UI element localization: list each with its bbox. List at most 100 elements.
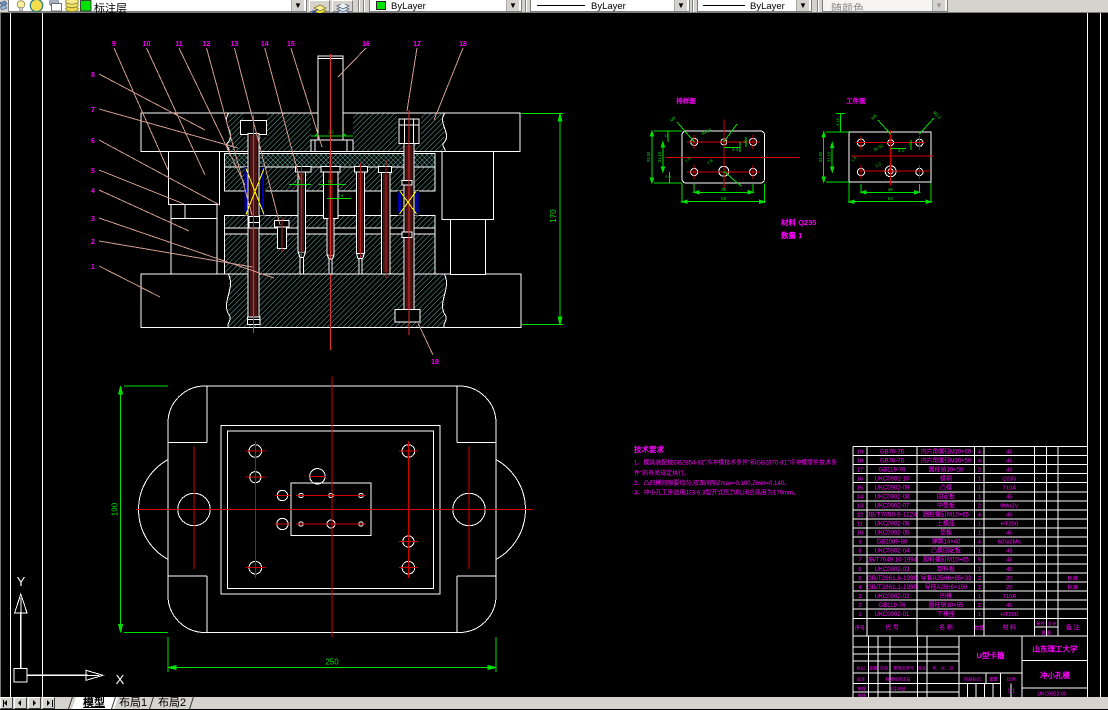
svg-text:GB/T2861.1-1990: GB/T2861.1-1990 (867, 585, 918, 591)
svg-text:1: 1 (978, 612, 981, 618)
svg-text:GB2089-80: GB2089-80 (877, 540, 908, 546)
svg-text:45: 45 (1006, 467, 1012, 473)
svg-text:45: 45 (1006, 531, 1012, 537)
svg-text:5: 5 (858, 576, 861, 582)
svg-text:UKC0902-09: UKC0902-09 (875, 485, 910, 491)
svg-text:9.5: 9.5 (665, 174, 671, 179)
svg-text:16: 16 (362, 41, 370, 48)
svg-text:工件图: 工件图 (846, 96, 866, 105)
svg-text:UKC0902-07: UKC0902-07 (875, 504, 910, 510)
svg-text:45: 45 (1006, 558, 1012, 564)
svg-text:2: 2 (858, 603, 861, 609)
svg-text:序号: 序号 (855, 625, 865, 632)
svg-text:3: 3 (858, 594, 861, 600)
svg-text:数量 1: 数量 1 (781, 230, 802, 240)
svg-text:卸料螺钉M10×65: 卸料螺钉M10×65 (923, 556, 970, 564)
svg-text:卸料板: 卸料板 (937, 565, 955, 573)
svg-text:19: 19 (857, 449, 863, 455)
svg-text:45: 45 (721, 187, 727, 192)
svg-text:3-1: 3-1 (898, 148, 905, 153)
svg-text:60Si2Mn: 60Si2Mn (998, 540, 1021, 546)
svg-text:山东理工大学: 山东理工大学 (1033, 644, 1078, 654)
svg-text:1: 1 (978, 567, 981, 573)
svg-text:名 称: 名 称 (939, 624, 953, 632)
svg-text:31.10: 31.10 (657, 151, 662, 162)
svg-text:UKC0902-08: UKC0902-08 (875, 494, 910, 500)
svg-text:33.50: 33.50 (818, 151, 823, 162)
svg-text:19: 19 (431, 359, 439, 366)
svg-text:1、模具装配按GB2854-81"冷冲模技术条件"和GB28: 1、模具装配按GB2854-81"冷冲模技术条件"和GB2870-81"冷冲模零… (634, 459, 837, 467)
svg-text:2: 2 (978, 504, 981, 510)
svg-text:材 料: 材 料 (1002, 624, 1016, 632)
svg-text:标记: 标记 (857, 665, 866, 672)
svg-text:凸模: 凸模 (940, 483, 952, 491)
svg-text:13: 13 (857, 504, 863, 510)
svg-text:重 量: 重 量 (1042, 629, 1052, 636)
svg-text:T10A: T10A (1002, 594, 1016, 600)
svg-text:单件: 单件 (1036, 620, 1044, 627)
svg-text:6: 6 (858, 567, 861, 573)
svg-text:UKC0902-04: UKC0902-04 (875, 549, 910, 555)
svg-text:170: 170 (549, 209, 558, 223)
svg-text:14: 14 (261, 41, 269, 48)
svg-text:年、月、日: 年、月、日 (932, 665, 953, 672)
svg-text:14: 14 (295, 179, 300, 184)
svg-text:190: 190 (111, 502, 120, 516)
svg-text:8: 8 (858, 549, 861, 555)
svg-text:20: 20 (1006, 585, 1012, 591)
svg-text:内六角螺钉M10×60: 内六角螺钉M10×60 (921, 447, 972, 455)
svg-text:45: 45 (1006, 567, 1012, 573)
svg-text:JB/T7649.10-1994: JB/T7649.10-1994 (867, 558, 918, 564)
svg-text:4: 4 (978, 513, 982, 519)
svg-text:15: 15 (857, 485, 863, 491)
svg-text:GB70-76: GB70-76 (880, 458, 905, 464)
svg-text:处数: 处数 (869, 665, 878, 672)
svg-text:圆柱销10×65: 圆柱销10×65 (929, 601, 965, 609)
svg-text:U型卡箍: U型卡箍 (977, 650, 1005, 660)
svg-text:分区: 分区 (880, 665, 888, 672)
svg-text:3-4: 3-4 (732, 147, 739, 152)
svg-text:45: 45 (1006, 449, 1012, 455)
svg-text:7.8: 7.8 (706, 158, 714, 166)
svg-text:备 注: 备 注 (1066, 624, 1080, 632)
svg-text:1: 1 (978, 549, 981, 555)
svg-text:比例: 比例 (1007, 676, 1015, 683)
svg-text:10: 10 (143, 41, 151, 48)
svg-text:3: 3 (91, 216, 95, 223)
svg-text:2、凸凹模间隙要均匀,双面间隙Zmax=0.100,Zmin: 2、凸凹模间隙要均匀,双面间隙Zmax=0.100,Zmin=0.140。 (634, 479, 790, 487)
svg-text:63: 63 (721, 196, 727, 201)
svg-text:签名: 签名 (918, 665, 926, 672)
svg-text:3、冲小孔工步选用J23-6.3型开式压力机,闭合高度为17: 3、冲小孔工步选用J23-6.3型开式压力机,闭合高度为170mm。 (634, 489, 799, 497)
svg-text:8: 8 (91, 72, 95, 79)
svg-text:凸模固定板: 凸模固定板 (931, 547, 961, 555)
svg-text:GB119-76: GB119-76 (879, 603, 907, 609)
svg-text:排样图: 排样图 (676, 96, 696, 105)
svg-text:16: 16 (857, 476, 863, 482)
svg-text:凹模: 凹模 (940, 592, 952, 600)
svg-text:2: 2 (978, 585, 981, 591)
svg-text:GB119-76: GB119-76 (879, 467, 907, 473)
svg-text:M6: M6 (870, 113, 878, 121)
svg-text:HT200: HT200 (1001, 522, 1018, 528)
svg-text:技术要求: 技术要求 (634, 444, 664, 454)
svg-text:UKC0902-01: UKC0902-01 (875, 612, 910, 618)
svg-text:95.56: 95.56 (701, 127, 713, 136)
svg-text:2: 2 (91, 239, 95, 246)
svg-text:6: 6 (91, 138, 95, 145)
svg-text:4: 4 (858, 585, 862, 591)
svg-text:垫板: 垫板 (940, 529, 952, 537)
svg-text:7: 7 (858, 558, 861, 564)
svg-text:1: 1 (978, 485, 981, 491)
svg-text:1: 1 (978, 476, 981, 482)
svg-text:12: 12 (857, 513, 863, 519)
svg-text:12: 12 (328, 179, 333, 184)
svg-text:UKC0902-06: UKC0902-06 (875, 522, 910, 528)
svg-text:2.2: 2.2 (874, 161, 882, 169)
svg-text:18: 18 (459, 41, 467, 48)
svg-text:9: 9 (858, 540, 861, 546)
svg-text:导柱A25h6×150: 导柱A25h6×150 (925, 583, 969, 591)
svg-text:14: 14 (339, 193, 344, 198)
svg-text:1: 1 (978, 531, 981, 537)
svg-text:17: 17 (413, 41, 421, 48)
svg-text:250: 250 (325, 658, 339, 667)
